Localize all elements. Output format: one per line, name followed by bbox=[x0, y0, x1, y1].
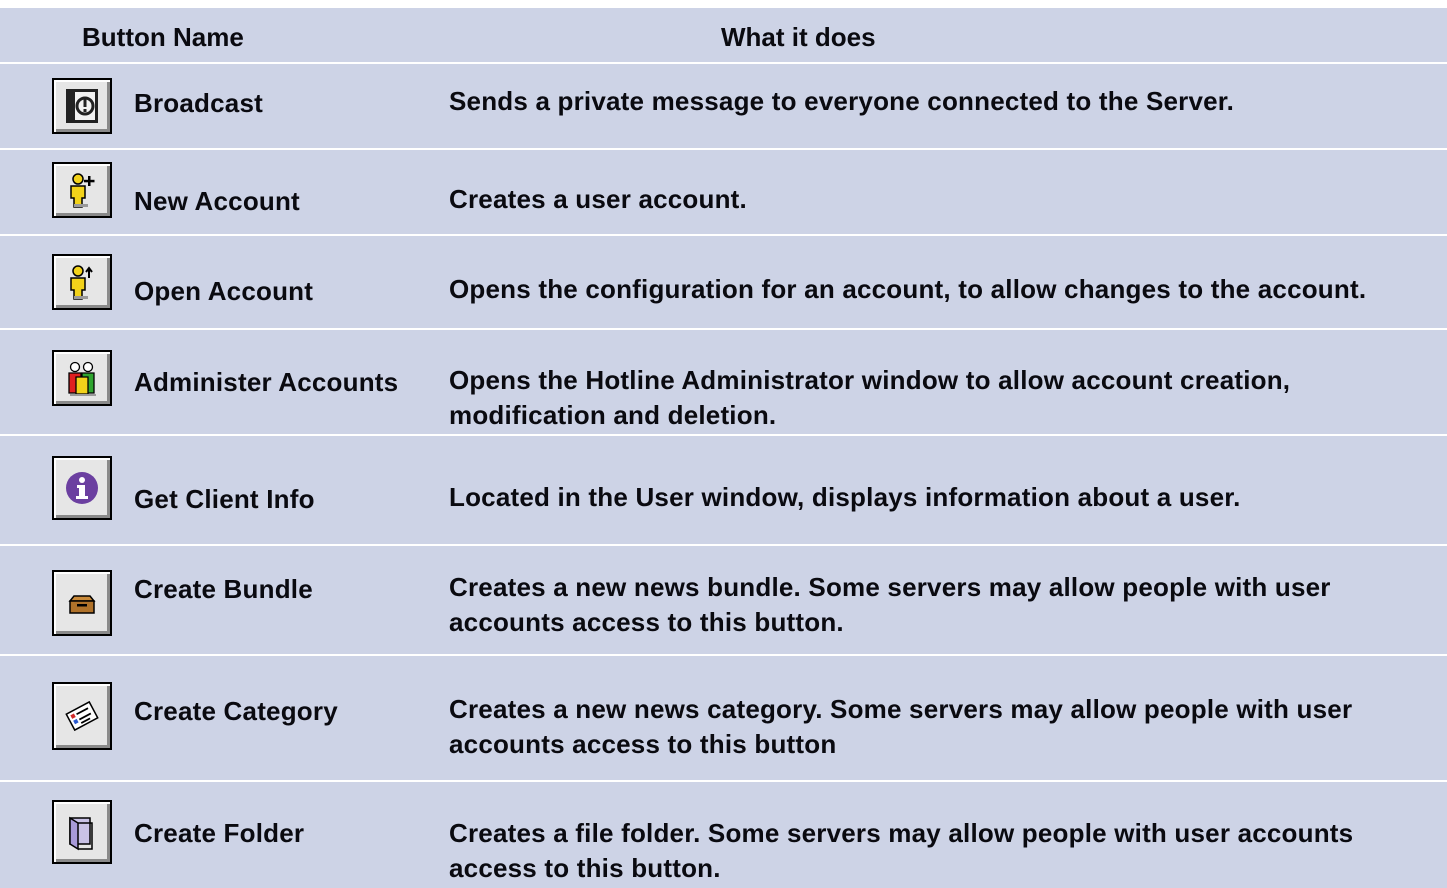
table-row: Get Client Info Located in the User wind… bbox=[0, 436, 1447, 544]
header-what-it-does: What it does bbox=[721, 22, 876, 52]
category-icon bbox=[65, 700, 99, 732]
row-description: Opens the configuration for an account, … bbox=[449, 274, 1367, 304]
row-description: Sends a private message to everyone conn… bbox=[449, 86, 1235, 116]
new-account-icon bbox=[70, 173, 95, 208]
row-description: Located in the User window, displays inf… bbox=[449, 482, 1241, 512]
table-row: New Account Creates a user account. bbox=[0, 150, 1447, 234]
table-row: Open Account Opens the configuration for… bbox=[0, 236, 1447, 328]
row-name: Create Category bbox=[134, 696, 338, 726]
button-reference-table: Button Name What it does Broadcast Sends… bbox=[0, 8, 1447, 888]
row-description: Creates a new news category. Some server… bbox=[449, 694, 1353, 759]
table-row: Create Category Creates a new news categ… bbox=[0, 656, 1447, 780]
row-description: Opens the Hotline Administrator window t… bbox=[449, 365, 1291, 430]
broadcast-icon bbox=[66, 89, 98, 123]
table-row: Create Bundle Creates a new news bundle.… bbox=[0, 546, 1447, 654]
row-name: Create Folder bbox=[134, 818, 305, 848]
table-row: Create Folder Creates a file folder. Som… bbox=[0, 782, 1447, 888]
create-bundle-button[interactable] bbox=[52, 570, 112, 636]
table-row: Administer Accounts Opens the Hotline Ad… bbox=[0, 330, 1447, 434]
create-folder-button[interactable] bbox=[52, 800, 112, 864]
row-name: Open Account bbox=[134, 276, 314, 306]
row-name: Get Client Info bbox=[134, 484, 315, 514]
get-client-info-button[interactable] bbox=[52, 456, 112, 520]
row-name: Create Bundle bbox=[134, 574, 313, 604]
row-description: Creates a new news bundle. Some servers … bbox=[449, 572, 1331, 637]
row-description: Creates a user account. bbox=[449, 184, 747, 214]
new-account-button[interactable] bbox=[52, 162, 112, 218]
bundle-icon bbox=[68, 595, 96, 614]
open-account-button[interactable] bbox=[52, 254, 112, 310]
table-header: Button Name What it does bbox=[0, 8, 1447, 64]
folder-icon bbox=[69, 816, 93, 851]
info-icon bbox=[66, 472, 98, 504]
row-name: New Account bbox=[134, 186, 300, 216]
administer-accounts-icon bbox=[68, 361, 96, 396]
table-row: Broadcast Sends a private message to eve… bbox=[0, 64, 1447, 148]
row-name: Administer Accounts bbox=[134, 367, 399, 397]
broadcast-button[interactable] bbox=[52, 78, 112, 134]
row-description: Creates a file folder. Some servers may … bbox=[449, 818, 1354, 883]
row-name: Broadcast bbox=[134, 88, 263, 118]
header-button-name: Button Name bbox=[82, 22, 244, 52]
administer-accounts-button[interactable] bbox=[52, 350, 112, 406]
create-category-button[interactable] bbox=[52, 682, 112, 750]
open-account-icon bbox=[70, 265, 93, 300]
